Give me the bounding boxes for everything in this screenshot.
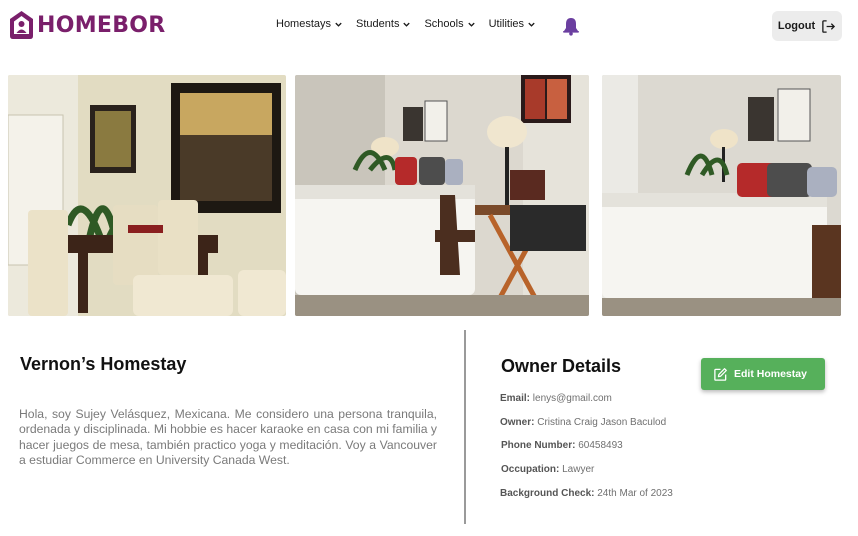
edit-homestay-label: Edit Homestay — [734, 368, 807, 380]
nav-students-label: Students — [356, 18, 400, 30]
chevron-down-icon — [335, 22, 342, 27]
edit-icon — [714, 367, 727, 381]
owner-name-row: Owner: Cristina Craig Jason Baculod — [500, 417, 666, 428]
phone-value: 60458493 — [578, 440, 623, 451]
edit-homestay-button[interactable]: Edit Homestay — [701, 358, 825, 390]
nav-schools-label: Schools — [424, 18, 464, 30]
chevron-down-icon — [528, 22, 535, 27]
phone-label: Phone Number: — [501, 440, 579, 451]
section-divider — [464, 330, 466, 524]
homestay-title: Vernon’s Homestay — [20, 354, 187, 374]
logout-icon — [822, 19, 836, 33]
background-check-value: 24th Mar of 2023 — [597, 488, 673, 499]
nav-students[interactable]: Students — [356, 18, 411, 30]
bedroom-photo[interactable] — [602, 75, 841, 316]
bell-icon[interactable] — [561, 16, 581, 36]
occupation-label: Occupation: — [501, 464, 563, 475]
house-logo-icon — [10, 11, 33, 39]
chevron-down-icon — [467, 22, 475, 27]
owner-occupation-row: Occupation: Lawyer — [501, 464, 594, 475]
brand-logo[interactable]: HOMEBOR — [8, 9, 166, 41]
owner-value: Cristina Craig Jason Baculod — [537, 417, 667, 428]
owner-background-check-row: Background Check: 24th Mar of 2023 — [500, 488, 673, 499]
homestay-description: Hola, soy Sujey Velásquez, Mexicana. Me … — [19, 407, 437, 468]
nav-homestays[interactable]: Homestays — [276, 18, 343, 30]
main-nav: Homestays Students Schools Utilities — [276, 18, 549, 30]
owner-phone-row: Phone Number: 60458493 — [501, 440, 623, 451]
dining-room-photo[interactable] — [8, 75, 286, 316]
chevron-down-icon — [403, 22, 411, 27]
nav-utilities[interactable]: Utilities — [489, 18, 536, 30]
logout-button[interactable]: Logout — [772, 11, 842, 41]
bedroom-desk-photo[interactable] — [295, 75, 589, 316]
email-value: lenys@gmail.com — [532, 393, 612, 404]
owner-details-title: Owner Details — [501, 356, 622, 376]
nav-homestays-label: Homestays — [276, 18, 332, 30]
top-header: HOMEBOR Homestays Students Schools Utili… — [0, 0, 858, 52]
owner-label: Owner: — [500, 417, 538, 428]
logout-label: Logout — [777, 20, 816, 32]
email-label: Email: — [500, 393, 533, 404]
background-check-label: Background Check: — [500, 488, 598, 499]
nav-schools[interactable]: Schools — [424, 18, 475, 30]
occupation-value: Lawyer — [562, 464, 595, 475]
nav-utilities-label: Utilities — [488, 18, 525, 30]
owner-email-row: Email: lenys@gmail.com — [500, 393, 612, 404]
logo-text: HOMEBOR — [37, 12, 166, 38]
